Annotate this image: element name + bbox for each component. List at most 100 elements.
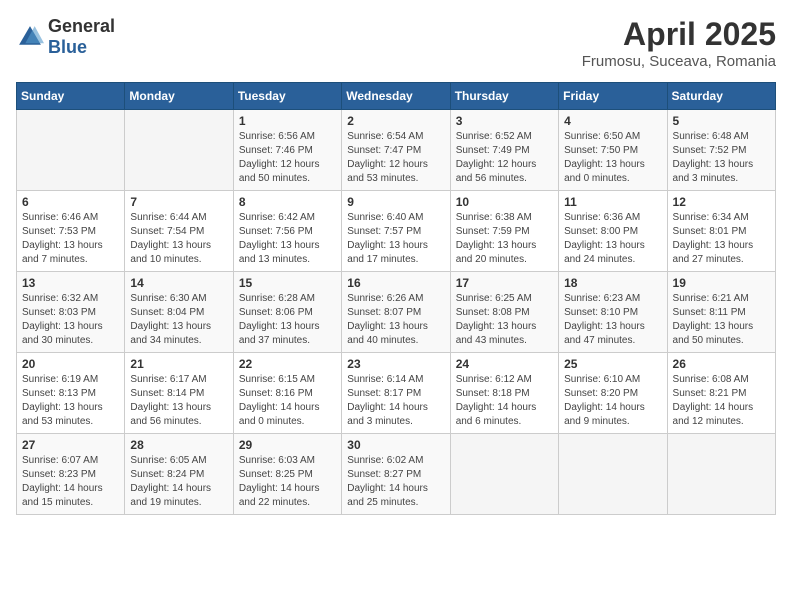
logo-icon (16, 23, 44, 51)
calendar-week-row: 27Sunrise: 6:07 AMSunset: 8:23 PMDayligh… (17, 434, 776, 515)
logo-blue-text: Blue (48, 37, 87, 57)
day-info: Sunrise: 6:32 AMSunset: 8:03 PMDaylight:… (22, 292, 119, 348)
day-number: 17 (456, 276, 553, 290)
day-info: Sunrise: 6:42 AMSunset: 7:56 PMDaylight:… (239, 211, 336, 267)
calendar-cell: 26 Sunrise: 6:08 AMSunset: 8:21 PMDayligh… (667, 353, 775, 434)
calendar-week-row: 20 Sunrise: 6:19 AMSunset: 8:13 PMDayligh… (17, 353, 776, 434)
calendar-cell: 11 Sunrise: 6:36 AMSunset: 8:00 PMDayligh… (559, 191, 667, 272)
calendar-cell: 14 Sunrise: 6:30 AMSunset: 8:04 PMDayligh… (125, 272, 233, 353)
day-info: Sunrise: 6:46 AMSunset: 7:53 PMDaylight:… (22, 211, 119, 267)
day-info: Sunrise: 6:48 AMSunset: 7:52 PMDaylight:… (673, 130, 770, 186)
day-info: Sunrise: 6:23 AMSunset: 8:10 PMDaylight:… (564, 292, 661, 348)
day-info: Sunrise: 6:25 AMSunset: 8:08 PMDaylight:… (456, 292, 553, 348)
day-info: Sunrise: 6:15 AMSunset: 8:16 PMDaylight:… (239, 373, 336, 429)
calendar-cell: 9 Sunrise: 6:40 AMSunset: 7:57 PMDaylight… (342, 191, 450, 272)
day-number: 19 (673, 276, 770, 290)
day-number: 4 (564, 114, 661, 128)
calendar-cell: 3Sunrise: 6:52 AMSunset: 7:49 PMDaylight… (450, 110, 558, 191)
calendar-cell: 30 Sunrise: 6:02 AMSunset: 8:27 PMDayligh… (342, 434, 450, 515)
day-info: Sunrise: 6:38 AMSunset: 7:59 PMDaylight:… (456, 211, 553, 267)
calendar-cell (559, 434, 667, 515)
day-number: 28 (130, 438, 227, 452)
calendar-cell: 21 Sunrise: 6:17 AMSunset: 8:14 PMDayligh… (125, 353, 233, 434)
calendar-cell (125, 110, 233, 191)
day-number: 18 (564, 276, 661, 290)
calendar-cell (17, 110, 125, 191)
day-info: Sunrise: 6:36 AMSunset: 8:00 PMDaylight:… (564, 211, 661, 267)
day-number: 5 (673, 114, 770, 128)
day-number: 24 (456, 357, 553, 371)
day-of-week-header: Monday (125, 83, 233, 110)
day-number: 11 (564, 195, 661, 209)
day-number: 6 (22, 195, 119, 209)
day-number: 25 (564, 357, 661, 371)
day-number: 30 (347, 438, 444, 452)
calendar-table: SundayMondayTuesdayWednesdayThursdayFrid… (16, 82, 776, 515)
day-info: Sunrise: 6:17 AMSunset: 8:14 PMDaylight:… (130, 373, 227, 429)
day-number: 21 (130, 357, 227, 371)
calendar-week-row: 13 Sunrise: 6:32 AMSunset: 8:03 PMDayligh… (17, 272, 776, 353)
logo-general-text: General (48, 16, 115, 36)
day-info: Sunrise: 6:19 AMSunset: 8:13 PMDaylight:… (22, 373, 119, 429)
calendar-cell: 17 Sunrise: 6:25 AMSunset: 8:08 PMDayligh… (450, 272, 558, 353)
calendar-subtitle: Frumosu, Suceava, Romania (582, 53, 776, 70)
calendar-header-row: SundayMondayTuesdayWednesdayThursdayFrid… (17, 83, 776, 110)
title-block: April 2025 Frumosu, Suceava, Romania (582, 16, 776, 70)
calendar-cell (450, 434, 558, 515)
calendar-cell: 19Sunrise: 6:21 AMSunset: 8:11 PMDayligh… (667, 272, 775, 353)
day-of-week-header: Tuesday (233, 83, 341, 110)
day-info: Sunrise: 6:28 AMSunset: 8:06 PMDaylight:… (239, 292, 336, 348)
calendar-cell: 1Sunrise: 6:56 AMSunset: 7:46 PMDaylight… (233, 110, 341, 191)
day-of-week-header: Wednesday (342, 83, 450, 110)
calendar-cell: 13 Sunrise: 6:32 AMSunset: 8:03 PMDayligh… (17, 272, 125, 353)
day-info: Sunrise: 6:12 AMSunset: 8:18 PMDaylight:… (456, 373, 553, 429)
day-info: Sunrise: 6:54 AMSunset: 7:47 PMDaylight:… (347, 130, 444, 186)
day-info: Sunrise: 6:14 AMSunset: 8:17 PMDaylight:… (347, 373, 444, 429)
calendar-week-row: 1Sunrise: 6:56 AMSunset: 7:46 PMDaylight… (17, 110, 776, 191)
calendar-cell: 18 Sunrise: 6:23 AMSunset: 8:10 PMDayligh… (559, 272, 667, 353)
day-info: Sunrise: 6:03 AMSunset: 8:25 PMDaylight:… (239, 454, 336, 510)
day-number: 22 (239, 357, 336, 371)
calendar-cell: 22 Sunrise: 6:15 AMSunset: 8:16 PMDayligh… (233, 353, 341, 434)
day-of-week-header: Thursday (450, 83, 558, 110)
logo: General Blue (16, 16, 115, 58)
day-info: Sunrise: 6:34 AMSunset: 8:01 PMDaylight:… (673, 211, 770, 267)
day-info: Sunrise: 6:26 AMSunset: 8:07 PMDaylight:… (347, 292, 444, 348)
day-number: 27 (22, 438, 119, 452)
day-number: 29 (239, 438, 336, 452)
day-number: 26 (673, 357, 770, 371)
day-number: 9 (347, 195, 444, 209)
page-header: General Blue April 2025 Frumosu, Suceava… (16, 16, 776, 70)
day-info: Sunrise: 6:08 AMSunset: 8:21 PMDaylight:… (673, 373, 770, 429)
calendar-cell: 5 Sunrise: 6:48 AMSunset: 7:52 PMDaylight… (667, 110, 775, 191)
day-number: 7 (130, 195, 227, 209)
day-number: 15 (239, 276, 336, 290)
calendar-cell (667, 434, 775, 515)
day-number: 10 (456, 195, 553, 209)
day-of-week-header: Friday (559, 83, 667, 110)
day-number: 23 (347, 357, 444, 371)
calendar-cell: 6 Sunrise: 6:46 AMSunset: 7:53 PMDaylight… (17, 191, 125, 272)
day-number: 3 (456, 114, 553, 128)
day-number: 13 (22, 276, 119, 290)
day-info: Sunrise: 6:30 AMSunset: 8:04 PMDaylight:… (130, 292, 227, 348)
day-number: 2 (347, 114, 444, 128)
calendar-cell: 23 Sunrise: 6:14 AMSunset: 8:17 PMDayligh… (342, 353, 450, 434)
day-number: 20 (22, 357, 119, 371)
day-info: Sunrise: 6:02 AMSunset: 8:27 PMDaylight:… (347, 454, 444, 510)
calendar-cell: 16Sunrise: 6:26 AMSunset: 8:07 PMDayligh… (342, 272, 450, 353)
day-info: Sunrise: 6:44 AMSunset: 7:54 PMDaylight:… (130, 211, 227, 267)
day-info: Sunrise: 6:56 AMSunset: 7:46 PMDaylight:… (239, 130, 336, 186)
calendar-cell: 8Sunrise: 6:42 AMSunset: 7:56 PMDaylight… (233, 191, 341, 272)
calendar-title: April 2025 (582, 16, 776, 53)
day-info: Sunrise: 6:50 AMSunset: 7:50 PMDaylight:… (564, 130, 661, 186)
calendar-cell: 27Sunrise: 6:07 AMSunset: 8:23 PMDayligh… (17, 434, 125, 515)
calendar-cell: 25Sunrise: 6:10 AMSunset: 8:20 PMDayligh… (559, 353, 667, 434)
calendar-cell: 2 Sunrise: 6:54 AMSunset: 7:47 PMDaylight… (342, 110, 450, 191)
calendar-cell: 29 Sunrise: 6:03 AMSunset: 8:25 PMDayligh… (233, 434, 341, 515)
calendar-week-row: 6 Sunrise: 6:46 AMSunset: 7:53 PMDaylight… (17, 191, 776, 272)
day-of-week-header: Sunday (17, 83, 125, 110)
day-info: Sunrise: 6:40 AMSunset: 7:57 PMDaylight:… (347, 211, 444, 267)
calendar-cell: 12Sunrise: 6:34 AMSunset: 8:01 PMDayligh… (667, 191, 775, 272)
day-number: 14 (130, 276, 227, 290)
